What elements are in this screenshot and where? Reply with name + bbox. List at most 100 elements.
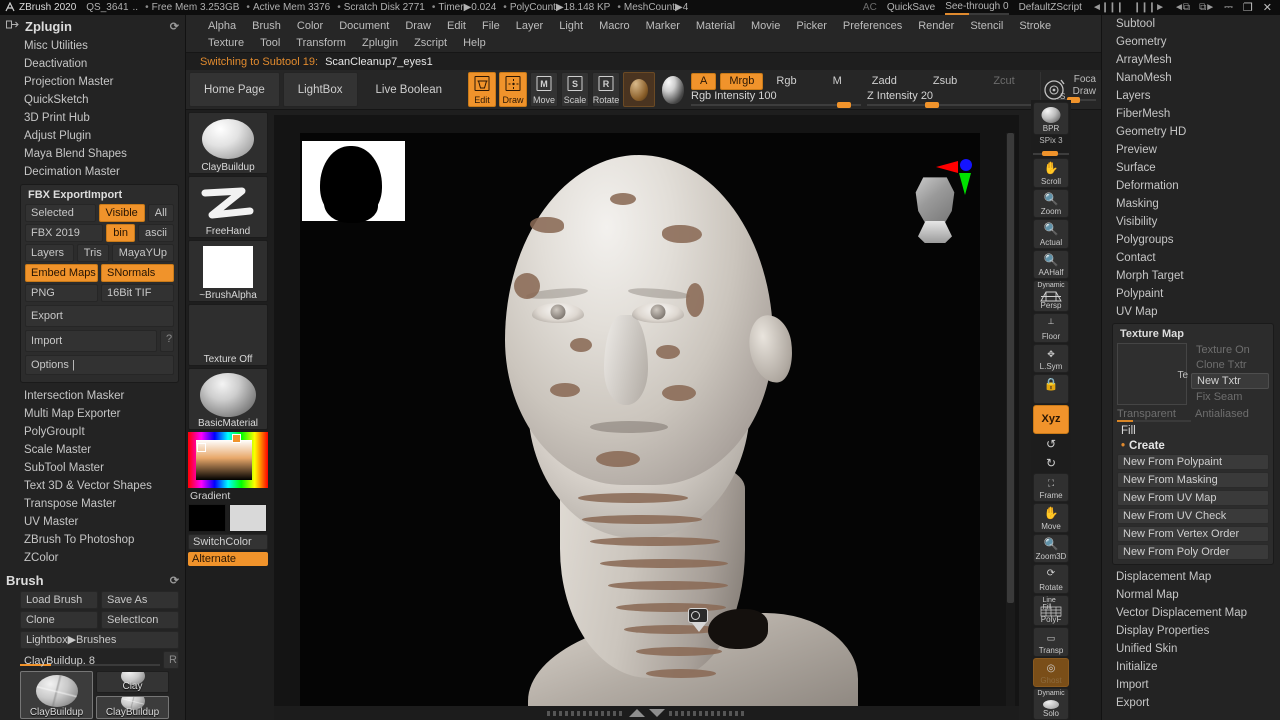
zplugin-3d-print-hub[interactable]: 3D Print Hub: [0, 109, 185, 127]
window-dock-left-icon[interactable]: ◄⧉: [1174, 2, 1190, 13]
ghost-button[interactable]: ◎ Ghost: [1033, 657, 1069, 688]
menu-macro[interactable]: Macro: [591, 18, 638, 35]
fbx-version-button[interactable]: FBX 2019: [25, 224, 104, 242]
fbx-import-button[interactable]: Import: [25, 330, 157, 352]
save-as-button[interactable]: Save As: [101, 591, 179, 609]
fill-button[interactable]: Fill: [1117, 425, 1269, 437]
new-from-uv-map-button[interactable]: New From UV Map: [1117, 490, 1269, 506]
fbx-options-field[interactable]: Options |: [25, 355, 174, 375]
tool-masking[interactable]: Masking: [1102, 195, 1280, 213]
secondary-color-swatch[interactable]: [229, 504, 267, 532]
brush-reset-button[interactable]: R: [163, 651, 179, 669]
lsym-button[interactable]: ✥ L.Sym: [1033, 343, 1069, 374]
mrgb-button[interactable]: Mrgb: [720, 73, 764, 90]
fbx-ascii-button[interactable]: ascii: [137, 224, 174, 242]
lightbox-button[interactable]: LightBox: [282, 72, 358, 107]
fbx-mayayup-button[interactable]: MayaYUp: [111, 244, 174, 262]
fbx-layers-button[interactable]: Layers: [25, 244, 74, 262]
zplugin-subtool-master[interactable]: SubTool Master: [0, 459, 185, 477]
refresh-icon[interactable]: ⟳: [170, 20, 179, 33]
clone-txtr-button[interactable]: Clone Txtr: [1191, 358, 1269, 372]
palette-brush-slot[interactable]: ClayBuildup: [188, 112, 268, 174]
tool-arraymesh[interactable]: ArrayMesh: [1102, 51, 1280, 69]
new-from-poly-order-button[interactable]: New From Poly Order: [1117, 544, 1269, 560]
tool-layers[interactable]: Layers: [1102, 87, 1280, 105]
menu-document[interactable]: Document: [331, 18, 397, 35]
tool-contact[interactable]: Contact: [1102, 249, 1280, 267]
zoom3d-button[interactable]: 🔍 Zoom3D: [1033, 533, 1069, 564]
menu-help[interactable]: Help: [455, 35, 494, 52]
palette-stroke-slot[interactable]: FreeHand: [188, 176, 268, 238]
menu-preferences[interactable]: Preferences: [835, 18, 910, 35]
palette-alpha-slot[interactable]: ~BrushAlpha: [188, 240, 268, 302]
create-section-header[interactable]: Create: [1117, 440, 1269, 452]
tool-nanomesh[interactable]: NanoMesh: [1102, 69, 1280, 87]
brush-current-slider[interactable]: ClayBuildup. 8: [20, 654, 160, 667]
menu-material[interactable]: Material: [688, 18, 743, 35]
alternate-button[interactable]: Alternate: [188, 552, 268, 566]
brush-slot-claybuildup[interactable]: ClayBuildup: [96, 696, 169, 719]
fbx-import-help-button[interactable]: ?: [160, 330, 174, 352]
frame-button[interactable]: ⛶ Frame: [1033, 472, 1069, 503]
spix-slider[interactable]: [1033, 146, 1069, 157]
fbx-tris-button[interactable]: Tris: [76, 244, 109, 262]
zplugin-scale-master[interactable]: Scale Master: [0, 441, 185, 459]
clone-button[interactable]: Clone: [20, 611, 98, 629]
polyframe-button[interactable]: Line Fill PolyF: [1033, 594, 1069, 627]
live-boolean-button[interactable]: Live Boolean: [361, 72, 458, 107]
move-button[interactable]: M Move: [530, 72, 558, 107]
rotate-button[interactable]: R Rotate: [592, 72, 620, 107]
menu-edit[interactable]: Edit: [439, 18, 474, 35]
bpr-button[interactable]: BPR: [1033, 102, 1069, 136]
restore-button[interactable]: ❐: [1243, 1, 1253, 14]
new-from-polypaint-button[interactable]: New From Polypaint: [1117, 454, 1269, 470]
zplugin-zbrush-to-photoshop[interactable]: ZBrush To Photoshop: [0, 531, 185, 549]
menu-draw[interactable]: Draw: [397, 18, 439, 35]
tool-morph-target[interactable]: Morph Target: [1102, 267, 1280, 285]
menu-zscript[interactable]: Zscript: [406, 35, 455, 52]
home-page-button[interactable]: Home Page: [189, 72, 280, 107]
zplugin-polygroupit[interactable]: PolyGroupIt: [0, 423, 185, 441]
rgb-button[interactable]: Rgb: [767, 73, 805, 90]
color-picker[interactable]: [188, 432, 268, 488]
menu-texture[interactable]: Texture: [200, 35, 252, 52]
z-intensity-knob[interactable]: [924, 102, 939, 108]
rotate-3d-button[interactable]: ⟳ Rotate: [1033, 564, 1069, 594]
antialiased-button[interactable]: Antialiased: [1195, 408, 1269, 420]
tool-polygroups[interactable]: Polygroups: [1102, 231, 1280, 249]
zcut-button[interactable]: Zcut: [984, 73, 1023, 90]
menu-stencil[interactable]: Stencil: [962, 18, 1011, 35]
move-3d-button[interactable]: ✋ Move: [1033, 503, 1069, 533]
rotate-left-button[interactable]: ↺: [1033, 435, 1069, 453]
menu-marker[interactable]: Marker: [638, 18, 688, 35]
zscript-name[interactable]: DefaultZScript: [1019, 2, 1082, 13]
menu-movie[interactable]: Movie: [743, 18, 788, 35]
menu-picker[interactable]: Picker: [788, 18, 835, 35]
fbx-visible-button[interactable]: Visible: [98, 204, 145, 222]
drop-marker-icon[interactable]: [688, 608, 710, 636]
zplugin-transpose-master[interactable]: Transpose Master: [0, 495, 185, 513]
fbx-selected-button[interactable]: Selected: [25, 204, 96, 222]
menu-tool[interactable]: Tool: [252, 35, 288, 52]
quicksave-button[interactable]: QuickSave: [887, 2, 935, 13]
zplugin-maya-blend-shapes[interactable]: Maya Blend Shapes: [0, 145, 185, 163]
window-dock-right-icon[interactable]: ⧉►: [1199, 2, 1215, 13]
tool-fibermesh[interactable]: FiberMesh: [1102, 105, 1280, 123]
head-silhouette-thumbnail[interactable]: [302, 141, 405, 223]
orientation-gizmo[interactable]: [910, 155, 972, 243]
menu-transform[interactable]: Transform: [288, 35, 354, 52]
tray-left-toggle-icon[interactable]: ◄❙❙❙: [1092, 2, 1124, 13]
tool-geometry-hd[interactable]: Geometry HD: [1102, 123, 1280, 141]
actual-button[interactable]: 🔍 Actual: [1033, 219, 1069, 249]
z-intensity-slider[interactable]: Z Intensity 20: [867, 90, 1037, 108]
zplugin-multi-map-exporter[interactable]: Multi Map Exporter: [0, 405, 185, 423]
scroll-down-icon[interactable]: [648, 709, 665, 717]
zplugin-decimation-master[interactable]: Decimation Master: [0, 163, 185, 181]
zplugin-zcolor[interactable]: ZColor: [0, 549, 185, 567]
menu-alpha[interactable]: Alpha: [200, 18, 244, 35]
tool-preview[interactable]: Preview: [1102, 141, 1280, 159]
menu-layer[interactable]: Layer: [508, 18, 552, 35]
texture-preview[interactable]: Te: [1117, 343, 1188, 405]
sv-marker[interactable]: [197, 443, 206, 452]
fbx-16bit-tif-button[interactable]: 16Bit TIF: [101, 284, 174, 302]
